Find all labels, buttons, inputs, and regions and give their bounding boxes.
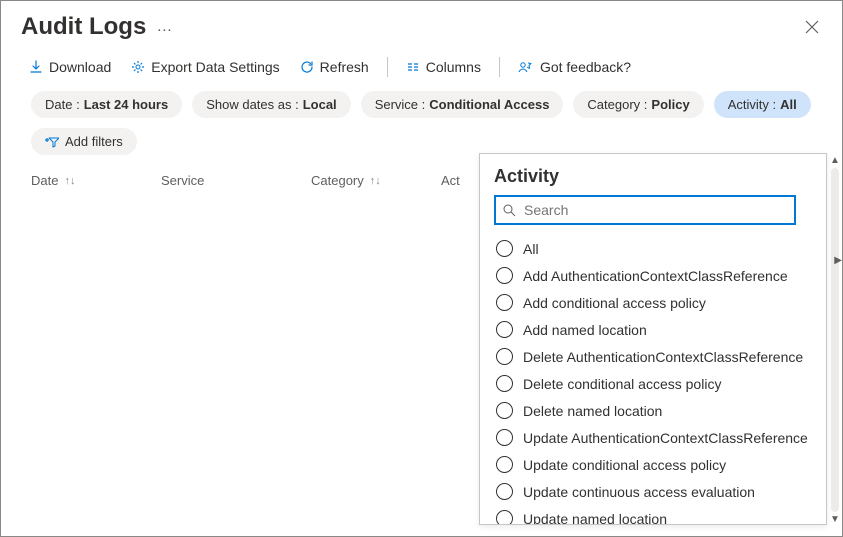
page-title: Audit Logs bbox=[21, 13, 146, 41]
radio-icon bbox=[496, 348, 513, 365]
activity-option-label: Delete AuthenticationContextClassReferen… bbox=[523, 349, 803, 365]
feedback-icon bbox=[518, 60, 534, 74]
panel-scrollbar[interactable]: ▲ ▼ bbox=[829, 155, 841, 525]
columns-label: Columns bbox=[426, 59, 481, 75]
filter-activity-value: All bbox=[780, 97, 797, 112]
scroll-up-icon[interactable]: ▲ bbox=[830, 155, 840, 166]
filter-category-label: Category : bbox=[587, 97, 647, 112]
toolbar-separator bbox=[387, 57, 388, 77]
filter-service[interactable]: Service : Conditional Access bbox=[361, 91, 564, 118]
activity-option[interactable]: Delete named location bbox=[494, 397, 816, 424]
download-button[interactable]: Download bbox=[21, 55, 119, 79]
columns-button[interactable]: Columns bbox=[398, 55, 489, 79]
activity-option-label: Update AuthenticationContextClassReferen… bbox=[523, 430, 808, 446]
column-header-activity[interactable]: Act bbox=[441, 173, 460, 188]
filter-date[interactable]: Date : Last 24 hours bbox=[31, 91, 182, 118]
more-menu-icon[interactable]: … bbox=[156, 18, 174, 36]
filter-show-dates[interactable]: Show dates as : Local bbox=[192, 91, 350, 118]
gear-icon bbox=[131, 60, 145, 74]
activity-option-label: All bbox=[523, 241, 539, 257]
feedback-button[interactable]: Got feedback? bbox=[510, 55, 639, 79]
activity-option[interactable]: Update conditional access policy bbox=[494, 451, 816, 478]
activity-option[interactable]: Add AuthenticationContextClassReference bbox=[494, 262, 816, 289]
activity-option[interactable]: Update named location bbox=[494, 505, 816, 525]
filter-show-dates-value: Local bbox=[303, 97, 337, 112]
close-button[interactable] bbox=[802, 17, 822, 37]
radio-icon bbox=[496, 483, 513, 500]
dropdown-title: Activity bbox=[494, 166, 822, 187]
activity-option-label: Add named location bbox=[523, 322, 647, 338]
refresh-label: Refresh bbox=[320, 59, 369, 75]
radio-icon bbox=[496, 429, 513, 446]
column-header-category[interactable]: Category ↑↓ bbox=[311, 173, 441, 188]
activity-option-label: Update conditional access policy bbox=[523, 457, 726, 473]
activity-option[interactable]: Update continuous access evaluation bbox=[494, 478, 816, 505]
command-bar: Download Export Data Settings Refresh Co… bbox=[1, 49, 842, 91]
feedback-label: Got feedback? bbox=[540, 59, 631, 75]
filter-date-label: Date : bbox=[45, 97, 80, 112]
activity-option-label: Delete conditional access policy bbox=[523, 376, 721, 392]
activity-option-label: Add AuthenticationContextClassReference bbox=[523, 268, 788, 284]
filter-category[interactable]: Category : Policy bbox=[573, 91, 703, 118]
activity-option[interactable]: Delete AuthenticationContextClassReferen… bbox=[494, 343, 816, 370]
radio-icon bbox=[496, 321, 513, 338]
column-header-category-label: Category bbox=[311, 173, 364, 188]
column-header-service[interactable]: Service bbox=[161, 173, 311, 188]
columns-icon bbox=[406, 60, 420, 74]
activity-option-label: Update continuous access evaluation bbox=[523, 484, 755, 500]
search-icon bbox=[502, 203, 516, 217]
export-settings-button[interactable]: Export Data Settings bbox=[123, 55, 287, 79]
radio-icon bbox=[496, 240, 513, 257]
activity-dropdown: Activity All Add AuthenticationContextCla… bbox=[479, 153, 827, 525]
activity-option[interactable]: Add named location bbox=[494, 316, 816, 343]
column-header-date-label: Date bbox=[31, 173, 58, 188]
scrollbar-track[interactable] bbox=[831, 168, 839, 512]
sort-icon: ↑↓ bbox=[64, 175, 75, 187]
activity-search-field[interactable] bbox=[522, 201, 788, 219]
filter-date-value: Last 24 hours bbox=[84, 97, 169, 112]
close-icon bbox=[805, 20, 819, 34]
export-settings-label: Export Data Settings bbox=[151, 59, 279, 75]
activity-option-label: Delete named location bbox=[523, 403, 662, 419]
activity-options-list[interactable]: All Add AuthenticationContextClassReferen… bbox=[494, 235, 822, 525]
activity-option-label: Add conditional access policy bbox=[523, 295, 706, 311]
sort-icon: ↑↓ bbox=[370, 175, 381, 187]
filter-activity-label: Activity : bbox=[728, 97, 776, 112]
activity-option[interactable]: All bbox=[494, 235, 816, 262]
toolbar-separator bbox=[499, 57, 500, 77]
radio-icon bbox=[496, 267, 513, 284]
refresh-icon bbox=[300, 60, 314, 74]
filter-show-dates-label: Show dates as : bbox=[206, 97, 299, 112]
add-filters-button[interactable]: Add filters bbox=[31, 128, 137, 155]
filter-activity[interactable]: Activity : All bbox=[714, 91, 811, 118]
filter-category-value: Policy bbox=[651, 97, 689, 112]
filter-service-label: Service : bbox=[375, 97, 426, 112]
activity-option[interactable]: Delete conditional access policy bbox=[494, 370, 816, 397]
scroll-down-icon[interactable]: ▼ bbox=[830, 514, 840, 525]
filter-service-value: Conditional Access bbox=[429, 97, 549, 112]
add-filters-label: Add filters bbox=[65, 134, 123, 149]
radio-icon bbox=[496, 294, 513, 311]
radio-icon bbox=[496, 510, 513, 525]
activity-option[interactable]: Add conditional access policy bbox=[494, 289, 816, 316]
column-header-date[interactable]: Date ↑↓ bbox=[31, 173, 161, 188]
column-header-activity-label: Act bbox=[441, 173, 460, 188]
refresh-button[interactable]: Refresh bbox=[292, 55, 377, 79]
radio-icon bbox=[496, 402, 513, 419]
activity-option[interactable]: Update AuthenticationContextClassReferen… bbox=[494, 424, 816, 451]
download-icon bbox=[29, 60, 43, 74]
download-label: Download bbox=[49, 59, 111, 75]
filter-add-icon bbox=[45, 136, 59, 148]
radio-icon bbox=[496, 375, 513, 392]
radio-icon bbox=[496, 456, 513, 473]
column-header-service-label: Service bbox=[161, 173, 204, 188]
scroll-right-icon[interactable]: ▶ bbox=[834, 255, 842, 266]
activity-option-label: Update named location bbox=[523, 511, 667, 526]
activity-search-input[interactable] bbox=[494, 195, 796, 225]
